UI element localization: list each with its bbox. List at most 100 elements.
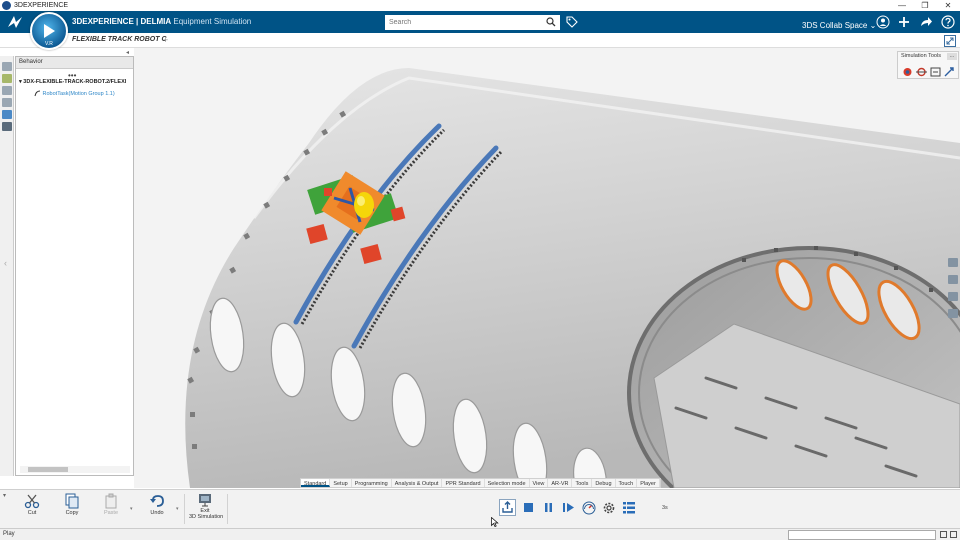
behavior-icon[interactable] xyxy=(2,86,12,95)
tree-horizontal-scrollbar[interactable] xyxy=(20,466,130,473)
tree-root-label: 3DX-FLEXIBLE-TRACK-ROBOT.2/FLEXI xyxy=(23,79,127,85)
fuselage-scene[interactable] xyxy=(134,48,960,488)
exit-3d-simulation-button[interactable]: Exit 3D Simulation xyxy=(189,493,224,523)
panel-collapse-icon[interactable]: ◂ xyxy=(126,49,129,56)
brand-title: 3DEXPERIENCE | DELMIA Equipment Simulati… xyxy=(72,17,251,26)
restore-button[interactable]: ❐ xyxy=(914,0,936,11)
copy-button[interactable]: Copy xyxy=(58,493,86,523)
mouse-cursor-icon xyxy=(491,517,499,527)
robot-task-path-icon xyxy=(34,90,41,97)
compass-button[interactable]: V.R xyxy=(30,12,68,50)
behavior-tree-panel: Behavior ••• ▾ 3DX-FLEXIBLE-TRACK-ROBOT.… xyxy=(15,56,134,476)
brand-module: Equipment Simulation xyxy=(173,17,252,26)
tree-toggle-icon[interactable] xyxy=(2,62,12,71)
robot-task-icon[interactable] xyxy=(2,122,12,131)
search-icon[interactable] xyxy=(546,17,556,27)
paste-label: Paste xyxy=(103,510,119,516)
tree-child-label: RobotTask(Motion Group 1.1) xyxy=(42,90,115,97)
product-icon[interactable] xyxy=(2,74,12,83)
paste-dropdown-icon[interactable]: ▾ xyxy=(130,506,133,512)
expand-caret-icon[interactable]: ▾ xyxy=(19,79,22,85)
tab-analysis-output[interactable]: Analysis & Output xyxy=(392,479,443,487)
list-icon[interactable] xyxy=(622,501,636,515)
app-logo-icon xyxy=(2,1,11,10)
undo-button[interactable]: Undo xyxy=(143,493,171,523)
action-separator xyxy=(184,494,185,524)
undo-icon xyxy=(150,495,164,507)
help-icon[interactable] xyxy=(941,15,955,29)
action-bar-menu-icon[interactable]: ▾ xyxy=(3,492,6,499)
stop-icon[interactable] xyxy=(523,502,534,513)
copy-icon xyxy=(65,493,79,509)
sensor-icon[interactable] xyxy=(930,67,941,77)
undo-dropdown-icon[interactable]: ▾ xyxy=(176,506,179,512)
scissors-icon xyxy=(24,494,40,509)
tree-child-node[interactable]: RobotTask(Motion Group 1.1) xyxy=(34,90,115,97)
scrollbar-thumb[interactable] xyxy=(28,467,68,472)
tab-setup[interactable]: Setup xyxy=(330,479,352,487)
status-bar: Play xyxy=(0,528,960,540)
simulation-tools-more-button[interactable]: ... xyxy=(947,53,957,60)
cut-label: Cut xyxy=(27,510,37,516)
play-forward-icon[interactable] xyxy=(562,502,575,513)
add-icon[interactable] xyxy=(897,15,911,29)
camera-icon[interactable] xyxy=(948,292,958,301)
simulation-icon[interactable] xyxy=(2,110,12,119)
exit-label-line2: 3D Simulation xyxy=(189,514,224,520)
tab-ar-vr[interactable]: AR-VR xyxy=(548,479,573,487)
tree-panel-header[interactable]: Behavior xyxy=(16,57,133,69)
copy-label: Copy xyxy=(65,510,79,516)
tree-root-node[interactable]: ▾ 3DX-FLEXIBLE-TRACK-ROBOT.2/FLEXI xyxy=(19,79,126,85)
status-options-icon[interactable] xyxy=(940,531,947,538)
paste-button[interactable]: Paste xyxy=(97,493,125,523)
tab-debug[interactable]: Debug xyxy=(592,479,616,487)
exit-simulation-icon xyxy=(199,494,211,507)
window-title: 3DEXPERIENCE xyxy=(14,2,69,9)
collab-space-dropdown[interactable]: 3DS Collab Space ⌄ xyxy=(802,21,876,30)
command-input[interactable] xyxy=(788,530,936,540)
tab-programming[interactable]: Programming xyxy=(352,479,392,487)
document-tab[interactable]: FLEXIBLE TRACK ROBOT C xyxy=(72,36,167,43)
ds-logo-icon[interactable] xyxy=(6,14,24,30)
resource-icon[interactable] xyxy=(2,98,12,107)
player-speed-value[interactable]: 3s xyxy=(662,505,668,511)
tab-view[interactable]: View xyxy=(530,479,549,487)
maximize-viewer-button[interactable] xyxy=(944,35,956,47)
add-tab-button[interactable]: + xyxy=(163,35,168,45)
speedometer-icon[interactable] xyxy=(582,501,596,515)
comment-icon[interactable] xyxy=(948,309,958,318)
share-icon[interactable] xyxy=(919,15,933,29)
undo-label: Undo xyxy=(150,510,164,516)
3d-viewport[interactable] xyxy=(134,48,960,488)
right-view-icon-1[interactable] xyxy=(948,258,958,267)
app-window: 3DEXPERIENCE — ❐ ✕ V.R 3DEXPERIENCE | DE… xyxy=(0,0,960,540)
tab-ppr-standard[interactable]: PPR Standard xyxy=(442,479,485,487)
simulation-tools-title: Simulation Tools xyxy=(901,53,941,59)
measure-icon[interactable] xyxy=(944,67,955,77)
panel-expand-arrow-icon[interactable]: ‹ xyxy=(4,258,7,268)
right-view-icon-2[interactable] xyxy=(948,275,958,284)
tab-touch[interactable]: Touch xyxy=(616,479,638,487)
pause-icon[interactable] xyxy=(543,502,554,513)
status-text: Play xyxy=(3,531,15,537)
close-window-button[interactable]: ✕ xyxy=(937,0,959,11)
brand-app: 3DEXPERIENCE | DELMIA xyxy=(72,17,172,26)
record-icon[interactable] xyxy=(902,67,913,77)
tab-selection-mode[interactable]: Selection mode xyxy=(485,479,530,487)
action-separator xyxy=(227,494,228,524)
cut-button[interactable]: Cut xyxy=(18,493,46,523)
status-panel-icon[interactable] xyxy=(950,531,957,538)
settings-gear-icon[interactable] xyxy=(602,501,616,515)
tab-tools[interactable]: Tools xyxy=(572,479,593,487)
step-out-icon[interactable] xyxy=(499,499,516,516)
tag-icon[interactable] xyxy=(566,16,578,28)
play-compass-icon xyxy=(44,24,55,38)
tab-standard[interactable]: Standard xyxy=(301,479,331,487)
search-input[interactable] xyxy=(385,15,560,30)
clash-icon[interactable] xyxy=(916,67,927,77)
user-profile-icon[interactable] xyxy=(876,15,890,29)
paste-icon xyxy=(105,493,117,509)
collab-space-label: 3DS Collab Space xyxy=(802,21,868,30)
tab-player[interactable]: Player xyxy=(637,479,660,487)
minimize-button[interactable]: — xyxy=(891,0,913,11)
